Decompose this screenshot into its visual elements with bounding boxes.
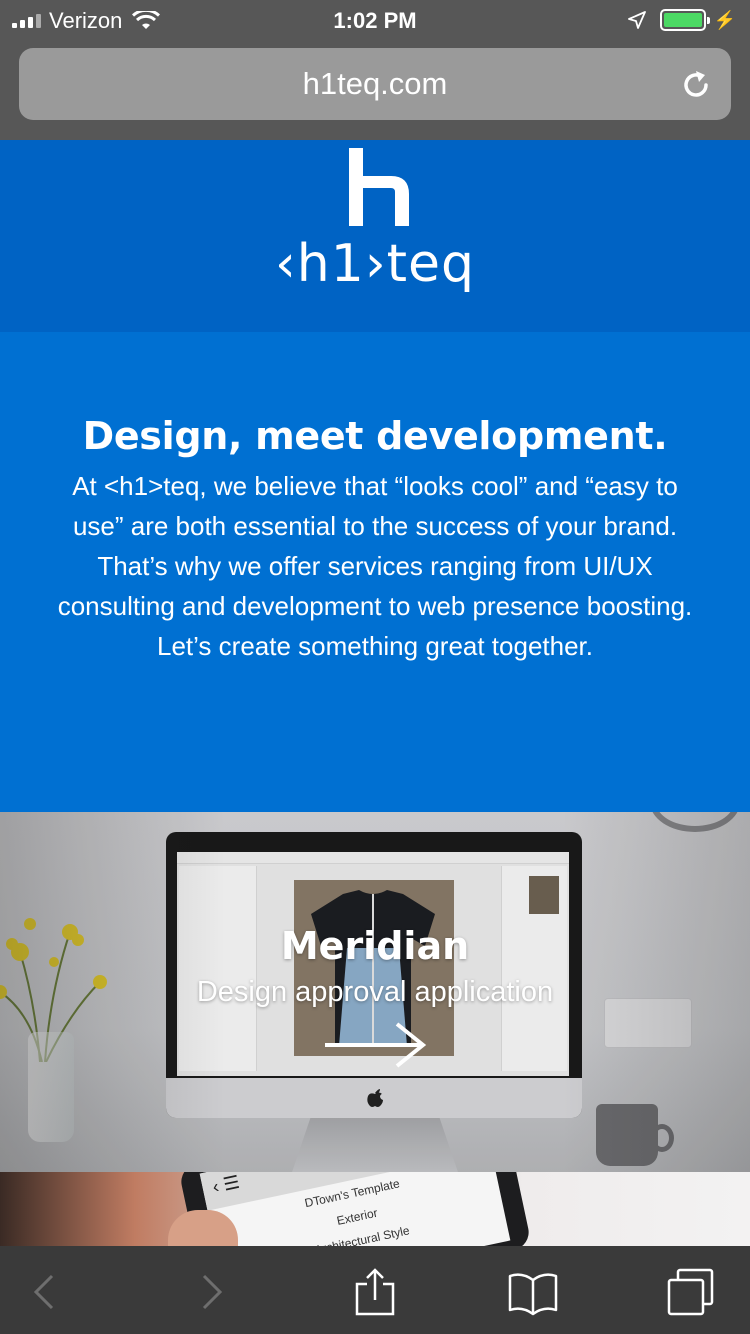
h1teq-logo-mark[interactable] bbox=[349, 148, 409, 226]
hero-section: Design, meet development. At <h1>teq, we… bbox=[0, 332, 750, 812]
status-bar: Verizon 1:02 PM ⚡ bbox=[0, 0, 750, 40]
browser-toolbar bbox=[0, 1246, 750, 1334]
share-icon[interactable] bbox=[350, 1268, 400, 1316]
bookmarks-icon[interactable] bbox=[508, 1268, 558, 1316]
hero-description: At <h1>teq, we believe that “looks cool”… bbox=[57, 471, 693, 661]
status-right: ⚡ bbox=[627, 9, 736, 31]
location-icon bbox=[627, 11, 646, 29]
project-title[interactable]: Meridian bbox=[0, 924, 750, 968]
logo-wordmark[interactable]: ‹h1›teq bbox=[0, 234, 750, 294]
arrow-right-icon[interactable] bbox=[323, 1020, 427, 1070]
project-subtitle: Design approval application bbox=[196, 976, 554, 1008]
reload-icon[interactable] bbox=[679, 68, 713, 102]
hero-title: Design, meet development. bbox=[82, 414, 668, 458]
browser-chrome-top: Verizon 1:02 PM ⚡ h1teq.com bbox=[0, 0, 750, 140]
forward-icon[interactable] bbox=[186, 1268, 236, 1316]
project-card-next[interactable]: ‹ ☰ DTown's Template Exterior Architectu… bbox=[0, 1172, 750, 1248]
battery-icon bbox=[659, 9, 710, 31]
project-card-meridian[interactable]: Meridian Design approval application bbox=[0, 812, 750, 1172]
menu-icon: ‹ ☰ bbox=[210, 1172, 242, 1197]
charging-icon: ⚡ bbox=[713, 9, 736, 30]
site-header: ‹h1›teq bbox=[0, 140, 750, 332]
url-text[interactable]: h1teq.com bbox=[19, 66, 731, 102]
back-icon[interactable] bbox=[20, 1268, 70, 1316]
tabs-icon[interactable] bbox=[666, 1268, 716, 1316]
url-bar[interactable]: h1teq.com bbox=[19, 48, 731, 120]
phone-screen: ‹ ☰ DTown's Template Exterior Architectu… bbox=[199, 1172, 511, 1248]
